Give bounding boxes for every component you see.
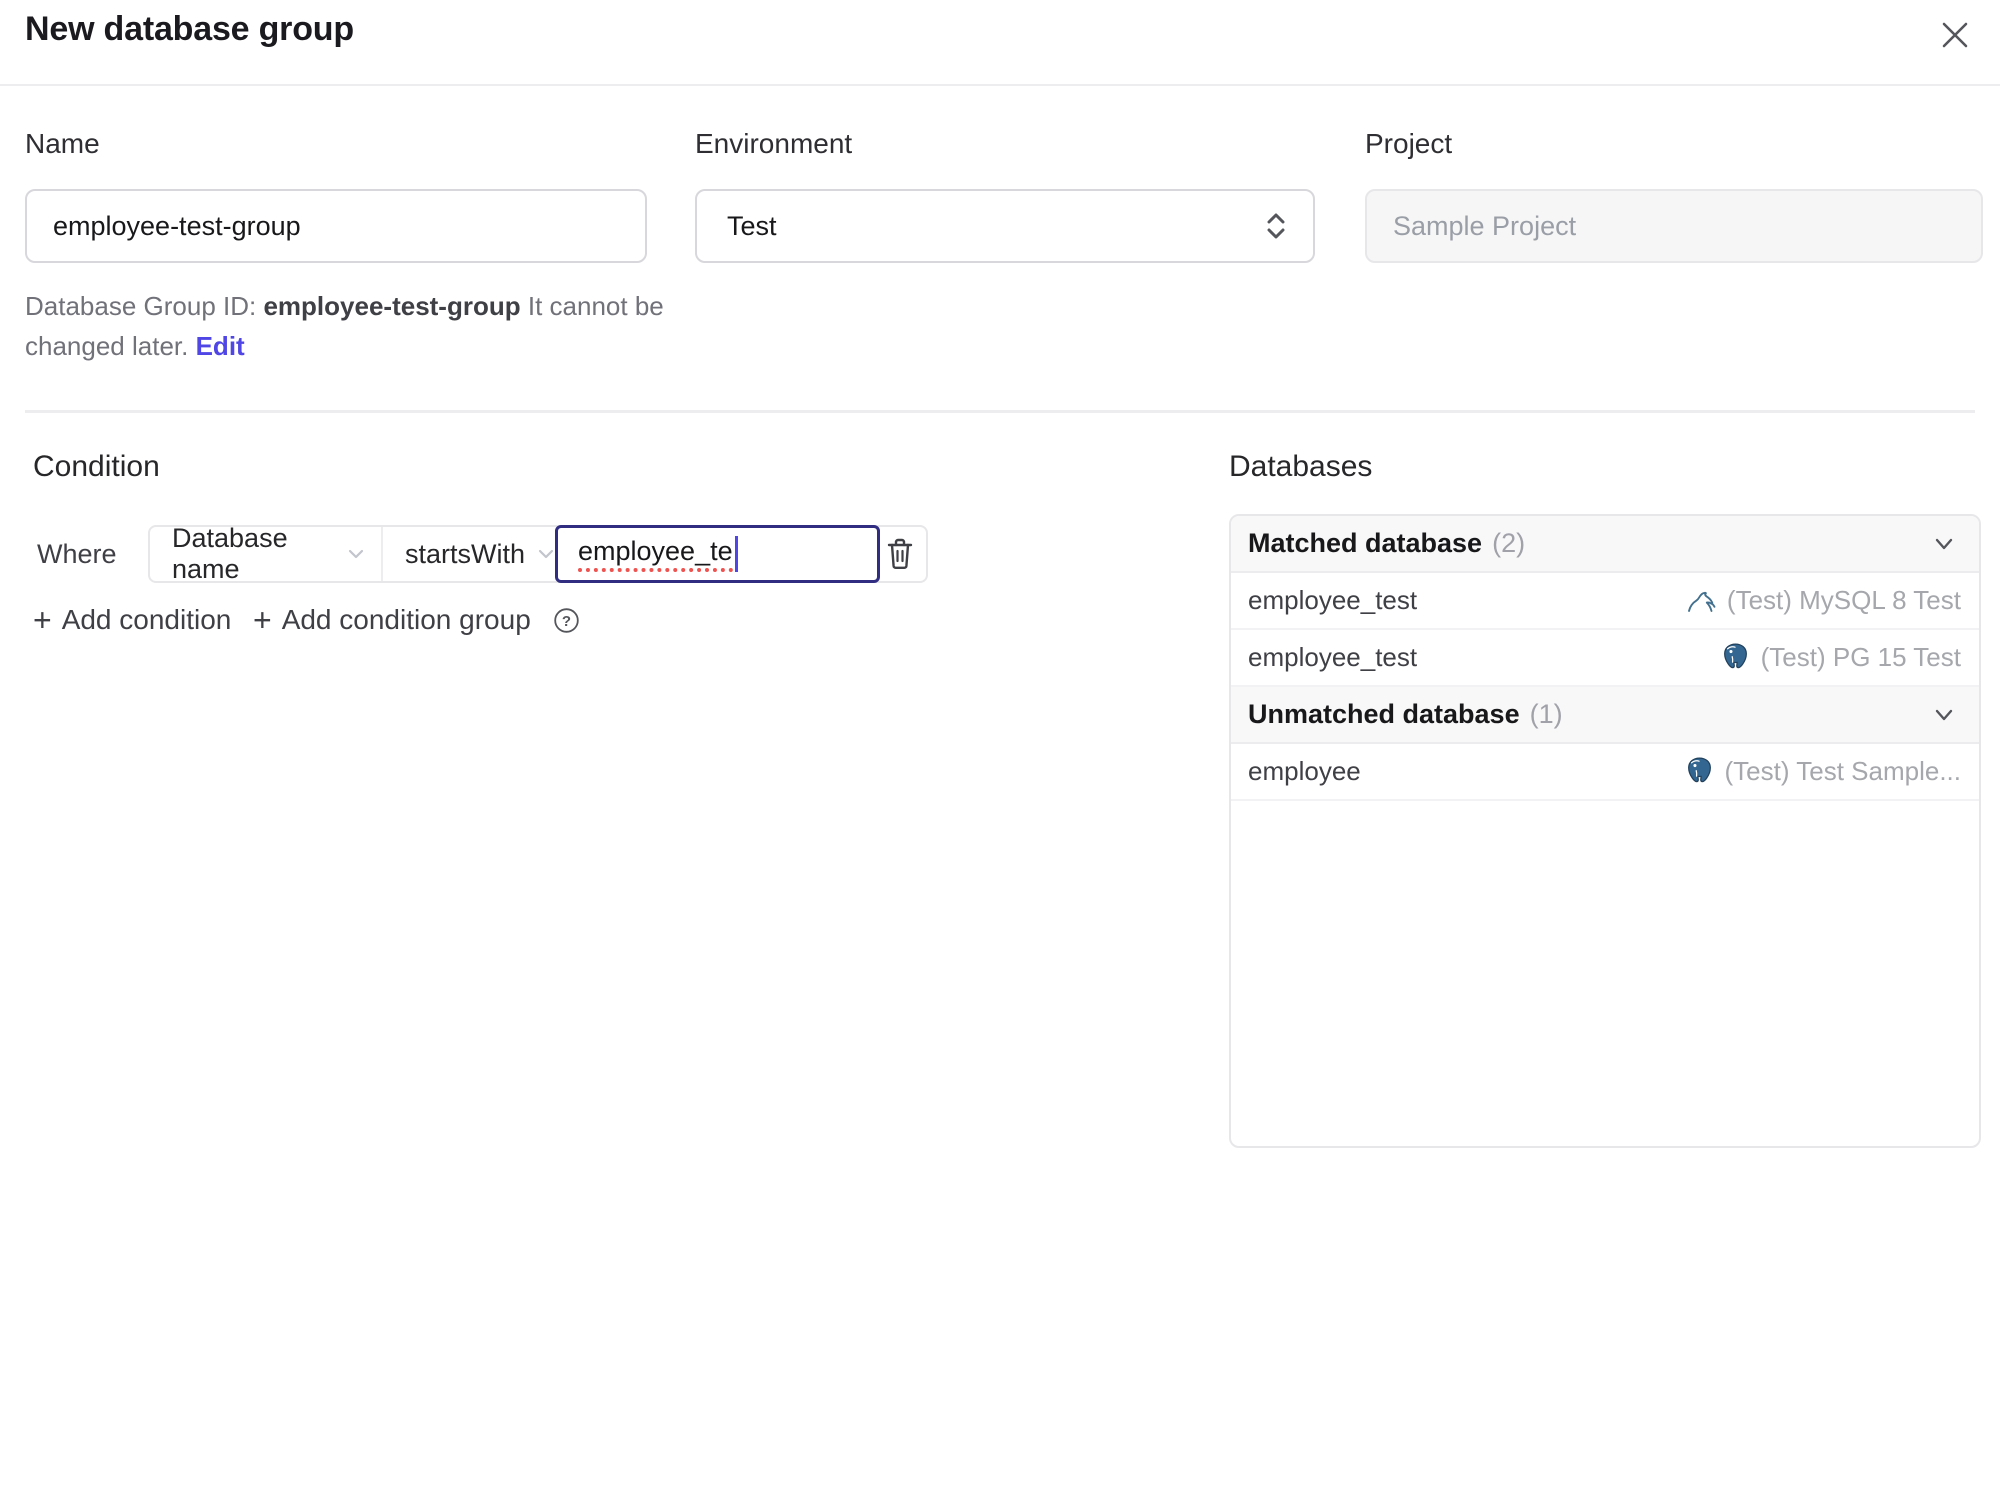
database-name: employee_test — [1248, 585, 1418, 615]
databases-panel: Matched database (2) employee_test (Test… — [1229, 514, 1981, 1148]
environment-select[interactable]: Test — [695, 189, 1315, 263]
unmatched-database-title: Unmatched database — [1248, 699, 1520, 729]
add-condition-group-label: Add condition group — [281, 604, 531, 635]
database-row[interactable]: employee_test (Test) PG 15 Test — [1231, 630, 1979, 687]
postgresql-icon — [1687, 757, 1711, 783]
database-name: employee — [1248, 756, 1361, 786]
mysql-icon — [1687, 591, 1716, 612]
name-input[interactable] — [25, 189, 647, 263]
plus-icon: + — [33, 602, 52, 638]
instance-label: (Test) PG 15 Test — [1760, 642, 1961, 672]
condition-value-text: employee_te — [578, 536, 733, 572]
add-condition-button[interactable]: + Add condition — [33, 604, 231, 636]
name-label: Name — [25, 128, 100, 159]
postgresql-icon — [1723, 643, 1747, 669]
condition-heading: Condition — [33, 450, 160, 483]
environment-label: Environment — [695, 128, 853, 159]
plus-icon: + — [253, 602, 272, 638]
add-condition-group-button[interactable]: + Add condition group ? — [253, 604, 580, 636]
chevron-down-icon — [525, 543, 557, 565]
add-condition-label: Add condition — [61, 604, 232, 635]
where-label: Where — [37, 539, 117, 569]
select-updown-icon — [1263, 208, 1289, 244]
condition-operator-select[interactable]: startsWith — [383, 527, 555, 581]
instance-info: (Test) Test Sample... — [1683, 755, 1962, 788]
database-row[interactable]: employee_test (Test) MySQL 8 Test — [1231, 573, 1979, 630]
matched-database-count: (2) — [1492, 528, 1526, 558]
project-label: Project — [1365, 128, 1453, 159]
matched-database-title: Matched database — [1248, 528, 1483, 558]
help-circle-icon: ? — [553, 607, 580, 634]
trash-icon — [887, 538, 913, 570]
condition-expression-group: Database name startsWith employee_te — [148, 523, 928, 584]
instance-info: (Test) MySQL 8 Test — [1682, 585, 1961, 617]
hint-group-id: employee-test-group — [263, 291, 521, 321]
instance-label: (Test) MySQL 8 Test — [1726, 585, 1961, 615]
databases-heading: Databases — [1229, 450, 1373, 483]
unmatched-database-header[interactable]: Unmatched database (1) — [1231, 687, 1979, 744]
chevron-down-icon — [1929, 529, 1959, 559]
condition-field-select[interactable]: Database name — [150, 523, 383, 584]
hint-prefix: Database Group ID: — [25, 291, 257, 321]
database-group-id-hint: Database Group ID: employee-test-group I… — [25, 286, 675, 366]
database-row[interactable]: employee (Test) Test Sample... — [1231, 744, 1979, 801]
edit-link[interactable]: Edit — [196, 331, 245, 361]
instance-info: (Test) PG 15 Test — [1719, 641, 1961, 674]
project-field: Sample Project — [1365, 189, 1983, 263]
new-database-group-dialog: New database group Name Environment Test… — [0, 0, 2000, 1500]
project-value: Sample Project — [1393, 210, 1577, 241]
condition-field-value: Database name — [172, 523, 288, 584]
svg-text:?: ? — [562, 613, 571, 630]
chevron-down-icon — [335, 543, 367, 565]
close-icon — [1942, 22, 1968, 48]
header-divider — [0, 84, 2000, 86]
text-cursor — [734, 536, 738, 572]
instance-label: (Test) Test Sample... — [1724, 756, 1962, 786]
database-name: employee_test — [1248, 642, 1418, 672]
section-divider — [25, 410, 1975, 413]
matched-database-header[interactable]: Matched database (2) — [1231, 516, 1979, 573]
chevron-down-icon — [1929, 700, 1959, 730]
environment-value: Test — [727, 210, 777, 241]
condition-value-input[interactable]: employee_te — [555, 525, 880, 583]
page-title: New database group — [25, 10, 354, 48]
unmatched-database-count: (1) — [1529, 699, 1563, 729]
close-button[interactable] — [1932, 12, 1978, 58]
delete-condition-button[interactable] — [880, 532, 920, 576]
condition-operator-value: startsWith — [405, 538, 526, 569]
